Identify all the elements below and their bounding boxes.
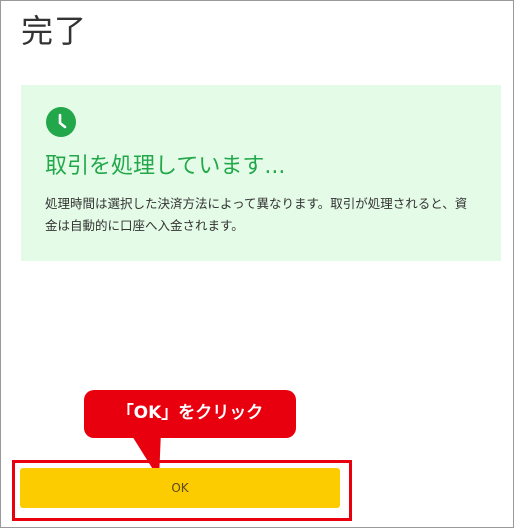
callout-pointer bbox=[129, 431, 161, 479]
status-description: 処理時間は選択した決済方法によって異なります。取引が処理されると、資金は自動的に… bbox=[45, 196, 468, 233]
clock-icon bbox=[46, 107, 76, 137]
dialog-frame: 完了 取引を処理しています... 処理時間は選択した決済方法によって異なります。… bbox=[0, 0, 514, 528]
status-card: 取引を処理しています... 処理時間は選択した決済方法によって異なります。取引が… bbox=[21, 85, 501, 261]
callout-text: 「OK」をクリック bbox=[116, 403, 264, 423]
ok-button[interactable]: OK bbox=[20, 468, 340, 508]
page-title: 完了 bbox=[21, 12, 88, 50]
status-heading: 取引を処理しています... bbox=[45, 154, 286, 179]
callout-bubble: 「OK」をクリック bbox=[84, 390, 296, 438]
